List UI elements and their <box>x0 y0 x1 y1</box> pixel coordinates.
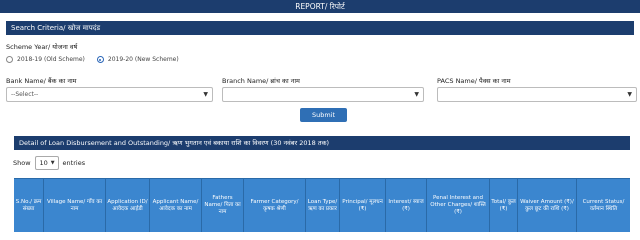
bank-name-label: Bank Name/ बैंक का नाम <box>6 77 77 85</box>
column-header-village[interactable]: Village Name/ गाँव का नाम <box>44 179 106 232</box>
column-header-sno[interactable]: S.No./ क्रम संख्या <box>14 179 44 232</box>
chevron-down-icon: ▼ <box>203 91 208 98</box>
scheme-year-radio-group: 2018-19 (Old Scheme) 2019-20 (New Scheme… <box>6 56 191 63</box>
chevron-down-icon: ▼ <box>414 91 419 98</box>
bank-name-select[interactable]: --Select-- ▼ <box>6 87 213 102</box>
entries-label: entries <box>62 159 86 167</box>
scheme-2019-20-label[interactable]: 2019-20 (New Scheme) <box>108 56 179 63</box>
column-header-loan-type[interactable]: Loan Type/ ऋण का प्रकार <box>306 179 340 232</box>
scheme-2019-20-radio[interactable] <box>96 56 104 63</box>
submit-button[interactable]: Submit <box>300 108 347 122</box>
branch-name-select[interactable]: ▼ <box>222 87 424 102</box>
column-header-current-status[interactable]: Current Status/ वर्तमान स्थिति <box>577 179 630 232</box>
show-label: Show <box>13 159 31 167</box>
page-header: REPORT/ रिपोर्ट <box>0 0 640 13</box>
column-header-waiver-amount[interactable]: Waiver Amount (₹)/ कुल छूट की राशि (₹) <box>518 179 577 232</box>
column-header-application-id[interactable]: Application ID/ आवेदक आईडी <box>106 179 150 232</box>
bank-name-value: --Select-- <box>11 91 39 98</box>
column-header-interest[interactable]: Interest/ ब्याज (₹) <box>386 179 427 232</box>
page-size-control: Show 10 ▼ entries <box>13 156 85 170</box>
loan-details-title: Detail of Loan Disbursement and Outstand… <box>19 139 330 147</box>
branch-name-label: Branch Name/ ब्रांच का नाम <box>222 77 300 85</box>
pacs-name-select[interactable]: ▼ <box>437 87 637 102</box>
column-header-penal-interest[interactable]: Penal Interest and Other Charges/ शास्ति… <box>427 179 490 232</box>
loan-details-header: Detail of Loan Disbursement and Outstand… <box>14 136 630 150</box>
page-title: REPORT/ रिपोर्ट <box>295 2 345 11</box>
search-criteria-title: Search Criteria/ खोज मापदंड <box>11 24 101 32</box>
column-header-total[interactable]: Total/ कुल (₹) <box>490 179 518 232</box>
pacs-name-label: PACS Name/ पैक्स का नाम <box>437 77 511 85</box>
column-header-principal[interactable]: Principal/ मूलधन (₹) <box>340 179 386 232</box>
column-header-applicant-name[interactable]: Applicant Name/ आवेदक का नाम <box>150 179 202 232</box>
chevron-down-icon: ▼ <box>50 160 55 166</box>
column-header-farmer-category[interactable]: Farmer Category/ कृषक श्रेणी <box>244 179 306 232</box>
search-criteria-header: Search Criteria/ खोज मापदंड <box>6 21 634 35</box>
page-size-select[interactable]: 10 ▼ <box>34 156 59 170</box>
scheme-2018-19-label[interactable]: 2018-19 (Old Scheme) <box>17 56 85 63</box>
chevron-down-icon: ▼ <box>627 91 632 98</box>
page-size-value: 10 <box>39 159 48 167</box>
scheme-2018-19-radio[interactable] <box>6 56 13 63</box>
loan-table-header: S.No./ क्रम संख्या Village Name/ गाँव का… <box>14 178 630 232</box>
column-header-fathers-name[interactable]: Fathers Name/ पिता का नाम <box>202 179 244 232</box>
scheme-year-label: Scheme Year/ योजना वर्ष <box>6 43 78 51</box>
